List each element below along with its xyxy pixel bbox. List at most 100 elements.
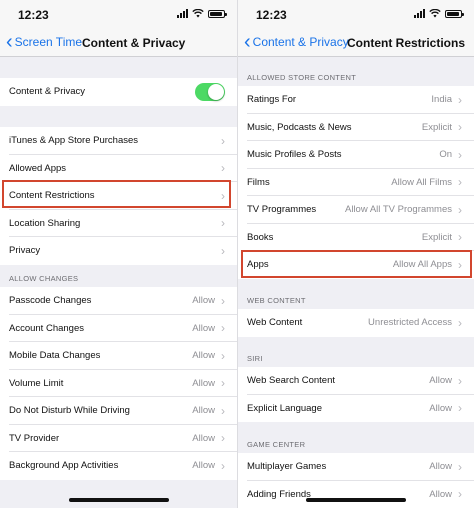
battery-icon <box>208 9 227 18</box>
chevron-right-icon: › <box>458 459 462 474</box>
list-item-music-profiles-posts[interactable]: Music Profiles & Posts On › <box>238 141 474 169</box>
chevron-right-icon: › <box>221 431 225 446</box>
list-item-web-search-content[interactable]: Web Search Content Allow › <box>238 367 474 395</box>
chevron-right-icon: › <box>458 373 462 388</box>
row-label: Multiplayer Games <box>247 461 327 473</box>
row-label: Explicit Language <box>247 402 322 414</box>
chevron-right-icon: › <box>458 175 462 190</box>
list-item-itunes-purchases[interactable]: iTunes & App Store Purchases › <box>0 127 237 155</box>
toggle-section: Content & Privacy <box>0 78 237 106</box>
row-value: Allow All Apps <box>392 259 452 271</box>
list-item-films[interactable]: Films Allow All Films › <box>238 168 474 196</box>
status-bar: 12:23 <box>0 0 237 30</box>
row-value: Allow <box>192 322 215 334</box>
row-label: Apps <box>247 259 269 271</box>
row-label: TV Provider <box>9 432 60 444</box>
list-item-ratings-for[interactable]: Ratings For India › <box>238 86 474 114</box>
row-label: Ratings For <box>247 94 297 106</box>
list-item-tv-provider[interactable]: TV Provider Allow › <box>0 424 237 452</box>
status-time: 12:23 <box>18 8 49 22</box>
wifi-icon <box>192 9 204 18</box>
row-label: Web Content <box>247 317 303 329</box>
home-indicator <box>68 498 169 502</box>
chevron-right-icon: › <box>458 401 462 416</box>
list-item-do-not-disturb-driving[interactable]: Do Not Disturb While Driving Allow › <box>0 397 237 425</box>
list-item-apps[interactable]: Apps Allow All Apps › <box>238 251 474 279</box>
section-header: ALLOW CHANGES <box>9 274 79 283</box>
chevron-right-icon: › <box>458 120 462 135</box>
list-item-passcode-changes[interactable]: Passcode Changes Allow › <box>0 287 237 315</box>
content-privacy-toggle[interactable] <box>195 82 225 101</box>
list-item-books[interactable]: Books Explicit › <box>238 223 474 251</box>
row-value: Allow <box>192 460 215 472</box>
status-icons <box>177 9 227 18</box>
chevron-right-icon: › <box>458 487 462 502</box>
list-item-account-changes[interactable]: Account Changes Allow › <box>0 314 237 342</box>
list-item-volume-limit[interactable]: Volume Limit Allow › <box>0 369 237 397</box>
list-item-multiplayer-games[interactable]: Multiplayer Games Allow › <box>238 453 474 481</box>
chevron-right-icon: › <box>458 147 462 162</box>
back-label: Screen Time <box>14 35 83 49</box>
row-label: iTunes & App Store Purchases <box>9 135 139 147</box>
content-privacy-toggle-row: Content & Privacy <box>0 78 237 106</box>
row-label: Volume Limit <box>9 377 64 389</box>
toggle-knob <box>208 83 224 100</box>
allow-changes-section: ALLOW CHANGES Passcode Changes Allow › Acc… <box>0 265 237 480</box>
status-icons <box>414 9 464 18</box>
back-button[interactable]: ‹ Screen Time <box>6 31 83 53</box>
row-label: Books <box>247 231 274 243</box>
list-item-content-restrictions[interactable]: Content Restrictions › <box>0 182 237 210</box>
row-value: Allow <box>192 405 215 417</box>
row-value: Allow <box>192 432 215 444</box>
list-item-location-sharing[interactable]: Location Sharing › <box>0 209 237 237</box>
row-value: Allow <box>429 461 452 473</box>
page-title: Content & Privacy <box>82 36 186 50</box>
back-button[interactable]: ‹ Content & Privacy <box>244 32 349 52</box>
signal-icon <box>414 9 425 18</box>
row-label: Allowed Apps <box>9 162 67 174</box>
list-item-explicit-language[interactable]: Explicit Language Allow › <box>238 394 474 422</box>
row-label: Content Restrictions <box>9 190 95 202</box>
chevron-right-icon: › <box>458 230 462 245</box>
list-item-allowed-apps[interactable]: Allowed Apps › <box>0 154 237 182</box>
list-item-mobile-data-changes[interactable]: Mobile Data Changes Allow › <box>0 342 237 370</box>
home-indicator <box>306 498 406 502</box>
battery-icon <box>445 9 464 18</box>
row-value: Allow <box>429 375 452 387</box>
row-label: Content & Privacy <box>9 86 86 98</box>
chevron-right-icon: › <box>458 315 462 330</box>
chevron-right-icon: › <box>221 403 225 418</box>
row-label: Music, Podcasts & News <box>247 121 352 133</box>
row-value: India <box>431 94 452 106</box>
signal-icon <box>177 9 188 18</box>
chevron-right-icon: › <box>458 92 462 107</box>
row-label: Account Changes <box>9 322 84 334</box>
row-value: Allow All Films <box>391 176 452 188</box>
row-label: Films <box>247 176 270 188</box>
chevron-right-icon: › <box>221 161 225 176</box>
list-item-tv-programmes[interactable]: TV Programmes Allow All TV Programmes › <box>238 196 474 224</box>
chevron-right-icon: › <box>221 216 225 231</box>
row-value: Unrestricted Access <box>368 317 452 329</box>
row-value: Allow <box>429 488 452 500</box>
status-bar: 12:23 <box>238 0 474 30</box>
list-item-background-app-activities[interactable]: Background App Activities Allow › <box>0 452 237 480</box>
list-item-web-content[interactable]: Web Content Unrestricted Access › <box>238 309 474 337</box>
list-item-music-podcasts-news[interactable]: Music, Podcasts & News Explicit › <box>238 113 474 141</box>
row-label: Background App Activities <box>9 460 119 472</box>
chevron-left-icon: ‹ <box>6 31 13 53</box>
row-label: Mobile Data Changes <box>9 350 101 362</box>
list-item-adding-friends[interactable]: Adding Friends Allow › <box>238 480 474 508</box>
row-value: Allow <box>192 350 215 362</box>
wifi-icon <box>429 9 441 18</box>
back-label: Content & Privacy <box>252 35 349 49</box>
row-value: On <box>439 149 452 161</box>
list-item-privacy[interactable]: Privacy › <box>0 237 237 265</box>
left-screen: 12:23 ‹ Screen Time Content & Privacy Co… <box>0 0 237 508</box>
section-header: SIRI <box>247 354 263 363</box>
row-value: Explicit <box>421 121 452 133</box>
row-label: Passcode Changes <box>9 295 92 307</box>
row-value: Explicit <box>421 231 452 243</box>
game-center-section: GAME CENTER Multiplayer Games Allow › Addi… <box>238 431 474 508</box>
chevron-right-icon: › <box>221 293 225 308</box>
